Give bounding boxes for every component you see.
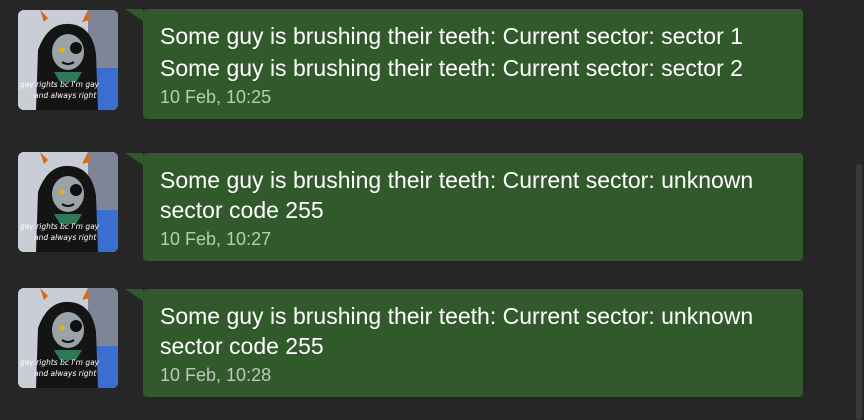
chat-view: gay rights bc I'm gay and always right S… bbox=[0, 0, 864, 420]
avatar-caption-line1: gay rights bc I'm gay bbox=[20, 358, 100, 367]
scrollbar[interactable] bbox=[856, 164, 862, 420]
avatar[interactable]: gay rights bc I'm gay and always right bbox=[18, 152, 118, 252]
message-text: Some guy is brushing their teeth: Curren… bbox=[160, 55, 743, 81]
message-timestamp: 10 Feb, 10:27 bbox=[160, 229, 272, 249]
avatar-caption-line2: and always right bbox=[34, 369, 97, 378]
message-bubble[interactable]: Some guy is brushing their teeth: Curren… bbox=[125, 9, 803, 119]
avatar-caption-line1: gay rights bc I'm gay bbox=[20, 222, 100, 231]
avatar-caption-line2: and always right bbox=[34, 233, 97, 242]
message-bubble[interactable]: Some guy is brushing their teeth: Curren… bbox=[125, 289, 803, 397]
avatar-image: gay rights bc I'm gay and always right bbox=[18, 152, 118, 252]
message-timestamp: 10 Feb, 10:28 bbox=[160, 365, 272, 385]
avatar-caption-line1: gay rights bc I'm gay bbox=[20, 80, 100, 89]
avatar-caption-line2: and always right bbox=[34, 91, 97, 100]
message-timestamp: 10 Feb, 10:25 bbox=[160, 87, 272, 107]
message-text: Some guy is brushing their teeth: Curren… bbox=[160, 303, 754, 359]
message-bubble[interactable]: Some guy is brushing their teeth: Curren… bbox=[125, 153, 803, 261]
avatar[interactable]: gay rights bc I'm gay and always right bbox=[18, 10, 118, 110]
avatar-image: gay rights bc I'm gay and always right bbox=[18, 10, 118, 110]
avatar[interactable]: gay rights bc I'm gay and always right bbox=[18, 288, 118, 388]
message-text: Some guy is brushing their teeth: Curren… bbox=[160, 23, 743, 49]
avatar-image: gay rights bc I'm gay and always right bbox=[18, 288, 118, 388]
message-text: Some guy is brushing their teeth: Curren… bbox=[160, 167, 754, 223]
